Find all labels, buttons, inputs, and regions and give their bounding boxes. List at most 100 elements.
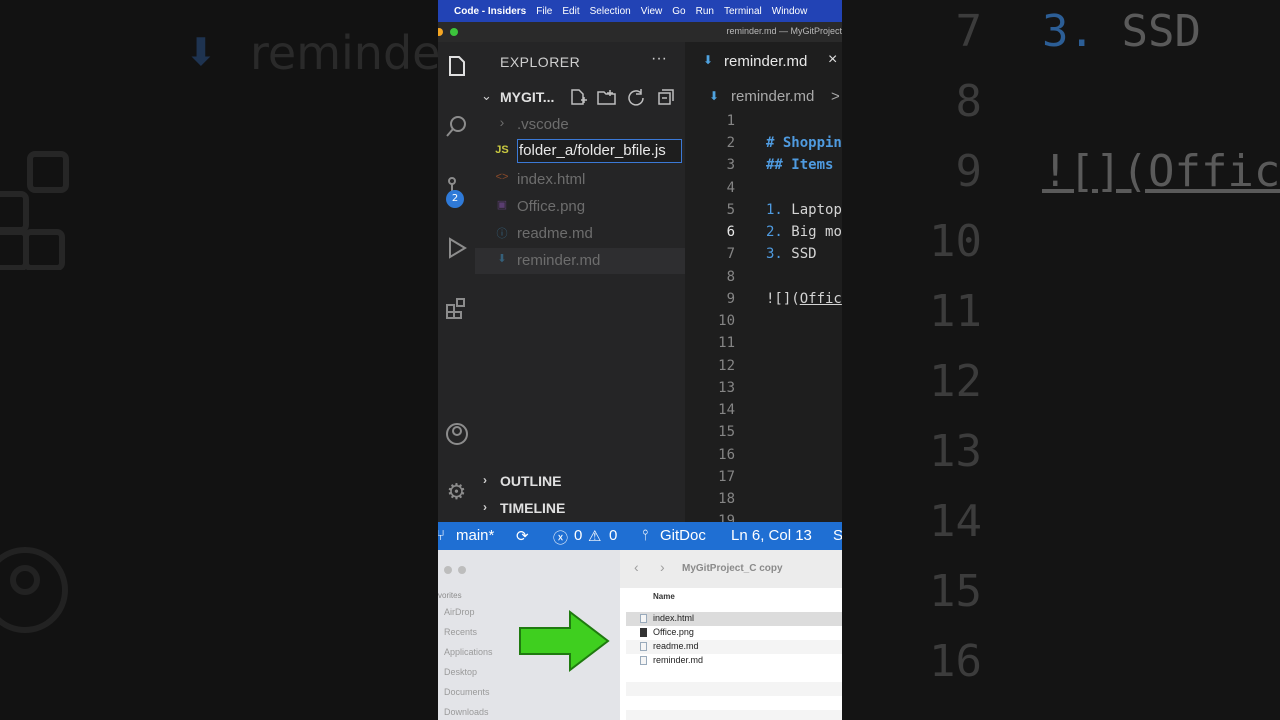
file-icon [640,656,647,665]
warning-count: 0 [609,527,618,544]
cursor-position[interactable]: Ln 6, Col 13 [731,527,812,544]
minimize-button[interactable] [438,28,443,36]
finder-toolbar: ‹ › MyGitProject_C copy [620,550,842,588]
file-item-office-png[interactable]: ▣ Office.png [475,194,685,220]
menu-edit[interactable]: Edit [562,6,579,17]
project-folder-header[interactable]: ⌄ MYGIT... [475,86,685,110]
zoom-button[interactable] [450,28,458,36]
activity-bar: 2 ⚙ [438,42,475,522]
chevron-right-icon: › [483,473,487,487]
menu-window[interactable]: Window [772,6,808,17]
menu-go[interactable]: Go [672,6,685,17]
refresh-icon[interactable] [627,88,645,110]
finder-file-name: reminder.md [653,655,704,665]
new-file-icon[interactable] [569,88,587,110]
account-icon[interactable] [438,416,475,452]
code-line-2[interactable]: # Shoppin [766,135,842,151]
editor-pane: ⬇ reminder.md × ⬇ reminder.md > 1 2 3 4 … [685,42,842,522]
finder-empty-row [626,710,842,720]
timeline-section[interactable]: › TIMELINE [475,497,685,521]
column-header-name[interactable]: Name [653,592,675,601]
finder-row[interactable]: index.html [626,612,842,626]
sidebar-item-desktop[interactable]: Desktop [444,667,477,677]
error-icon[interactable]: ⓧ [553,527,568,548]
settings-gear-icon[interactable]: ⚙ [438,474,475,510]
gitdoc-icon[interactable]: ⫯ [642,527,649,544]
forward-icon[interactable]: › [660,559,665,575]
section-label: TIMELINE [500,500,566,516]
more-actions-icon[interactable]: ··· [651,50,667,68]
sync-icon[interactable]: ⟳ [516,527,529,545]
file-name: .vscode [517,116,569,133]
chevron-right-icon: › [483,500,487,514]
back-icon[interactable]: ‹ [634,559,639,575]
menu-view[interactable]: View [641,6,663,17]
finder-file-name: Office.png [653,627,694,637]
code-line-5[interactable]: 1. Laptop [766,202,842,218]
finder-sidebar: vorites AirDrop Recents Applications Des… [438,550,620,720]
line-number: 8 [726,269,735,285]
code-line-9[interactable]: ![](Offic [766,291,842,307]
breadcrumb-item[interactable]: reminder.md [731,88,814,105]
file-item-readme-md[interactable]: ⓘ readme.md [475,221,685,247]
finder-row[interactable]: Office.png [626,626,842,640]
menu-selection[interactable]: Selection [590,6,631,17]
close-icon[interactable]: × [828,51,837,69]
section-label: OUTLINE [500,473,562,489]
sidebar-item-applications[interactable]: Applications [444,647,493,657]
blurred-background-right: 7 8 9 10 11 12 13 14 15 16 3. SSD ![](Of… [842,0,1280,720]
tab-label: reminder.md [724,53,808,70]
new-folder-icon[interactable] [597,88,617,110]
code-line-3[interactable]: ## Items [766,157,833,173]
collapse-all-icon[interactable] [657,88,675,110]
file-name: index.html [517,171,586,188]
finder-file-name: index.html [653,613,695,623]
run-debug-icon[interactable] [438,230,475,266]
error-count: 0 [574,527,583,544]
menu-terminal[interactable]: Terminal [724,6,762,17]
branch-name[interactable]: main* [456,527,494,544]
sidebar-item-documents[interactable]: Documents [444,687,490,697]
search-icon[interactable] [438,108,475,144]
tab-reminder-md[interactable]: ⬇ reminder.md × [685,42,842,82]
line-number: 11 [718,335,735,351]
branch-icon[interactable]: ⑂ [438,527,445,544]
finder-row[interactable]: reminder.md [626,654,842,668]
file-item-reminder-md[interactable]: ⬇ reminder.md [475,248,685,274]
bg-code-line: 3. SSD [1042,6,1201,57]
js-icon: JS [495,144,509,156]
warning-icon[interactable]: ⚠ [588,527,601,545]
extensions-icon[interactable] [438,290,475,326]
code-line-6[interactable]: 2. Big mo [766,224,842,240]
menu-file[interactable]: File [536,6,552,17]
status-item-truncated[interactable]: S [833,527,842,544]
sidebar-item-airdrop[interactable]: AirDrop [444,607,475,617]
window-button[interactable] [458,566,466,574]
file-icon [640,614,647,623]
window-button[interactable] [444,566,452,574]
menu-run[interactable]: Run [696,6,714,17]
bg-line-number: 11 [929,286,982,337]
file-item-index-html[interactable]: <> index.html [475,167,685,193]
sidebar-item-downloads[interactable]: Downloads [444,707,489,717]
code-line-7[interactable]: 3. SSD [766,246,817,262]
line-number: 15 [718,424,735,440]
file-item-new-js[interactable]: JS folder_a/folder_bfile.js [475,139,685,166]
app-menu[interactable]: Code - Insiders [454,6,526,17]
gitdoc-label[interactable]: GitDoc [660,527,706,544]
files-icon[interactable] [438,48,475,84]
sidebar-item-recents[interactable]: Recents [444,627,477,637]
outline-section[interactable]: › OUTLINE [475,470,685,494]
finder-file-list: ‹ › MyGitProject_C copy Name index.html … [620,550,842,720]
file-name: readme.md [517,225,593,242]
bg-line-number: 9 [955,146,983,197]
finder-file-name: readme.md [653,641,699,651]
ghost-account-icon [0,547,68,633]
finder-row[interactable]: readme.md [626,640,842,654]
blurred-background-left: reminde ⬇ [0,0,438,720]
file-item-vscode[interactable]: › .vscode [475,112,685,138]
bg-line-number: 13 [929,426,982,477]
line-number: 16 [718,447,735,463]
rename-input[interactable]: folder_a/folder_bfile.js [517,139,682,163]
bg-code-line: ![](Offic [1042,146,1280,197]
